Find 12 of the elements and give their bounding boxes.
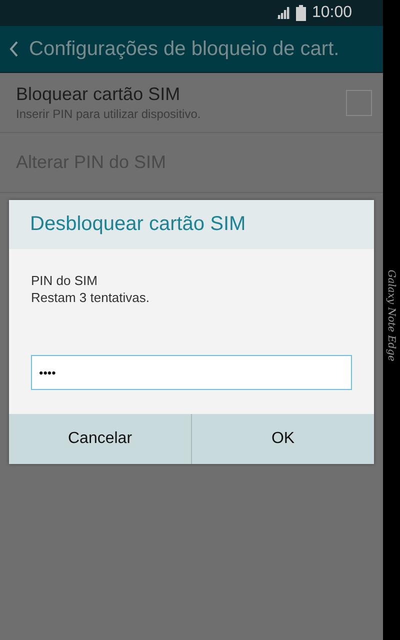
setting-title: Bloquear cartão SIM [16,84,182,105]
pin-field[interactable]: •••• [31,355,352,390]
dialog-title: Desbloquear cartão SIM [9,200,374,249]
dialog-message: Restam 3 tentativas. [31,289,150,306]
dialog-message: PIN do SIM [31,272,98,289]
signal-icon [276,7,290,19]
edge-label: Galaxy Note Edge [386,268,396,364]
battery-icon [296,5,306,21]
back-button[interactable] [9,41,19,57]
checkbox[interactable] [346,90,372,116]
clock-time: 10:00 [312,4,352,22]
screen-title: Configurações de bloqueio de cart. [29,38,340,60]
